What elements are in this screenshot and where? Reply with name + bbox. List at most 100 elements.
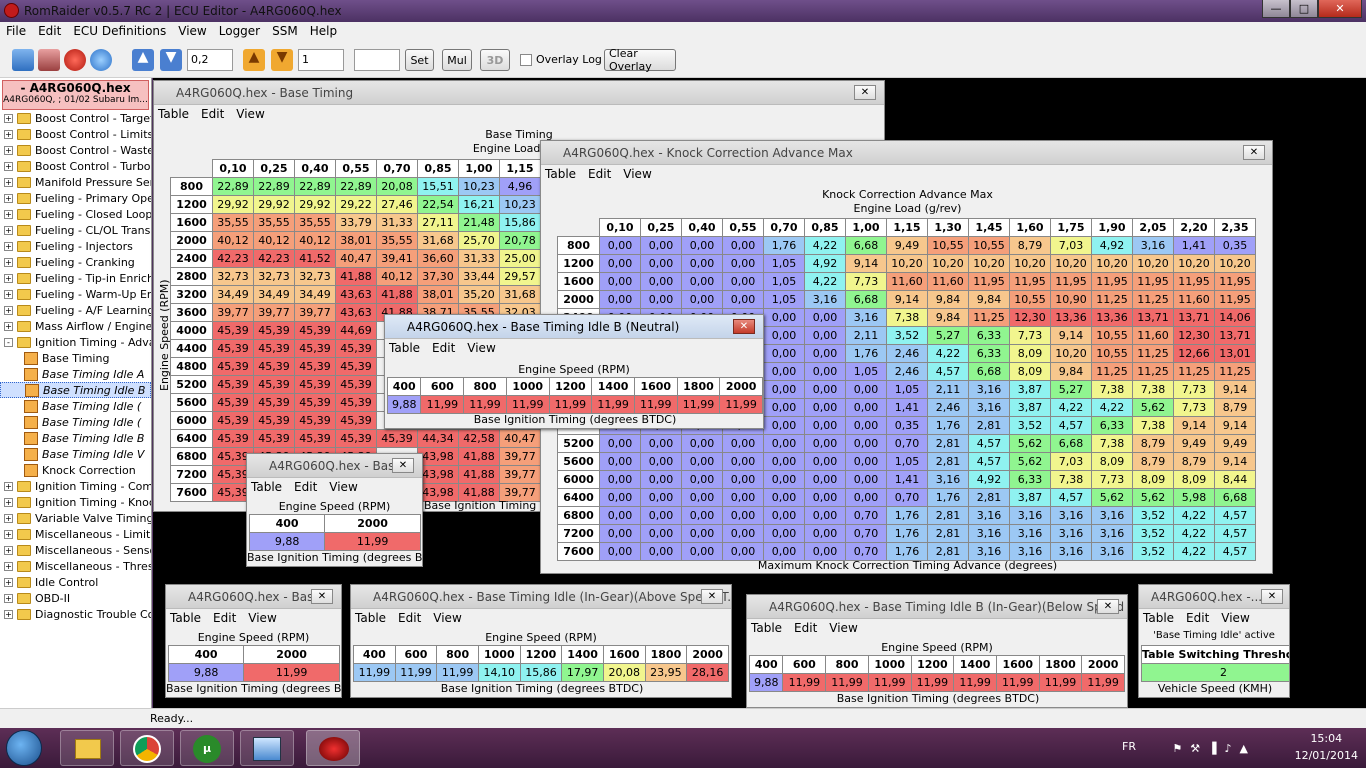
table-cell[interactable]: 0,00 — [681, 506, 723, 525]
table-cell[interactable]: 0,00 — [722, 272, 764, 291]
table-cell[interactable]: 13,36 — [1050, 308, 1092, 327]
y-axis-cell[interactable]: 3600 — [170, 303, 213, 322]
table-cell[interactable]: 11,95 — [1132, 272, 1174, 291]
table-cell[interactable]: 0,00 — [845, 398, 887, 417]
x-axis-cell[interactable]: 1600 — [602, 645, 646, 664]
table-cell[interactable]: 7,03 — [1050, 236, 1092, 255]
table-cell[interactable]: 13,01 — [1214, 344, 1256, 363]
table-cell[interactable]: 9,88 — [748, 673, 784, 692]
table-cell[interactable]: 0,00 — [640, 542, 682, 561]
table-cell[interactable]: 45,39 — [335, 393, 377, 412]
table-cell[interactable]: 45,39 — [294, 357, 336, 376]
table-cell[interactable]: 41,88 — [376, 285, 418, 304]
table-cell[interactable]: 3,16 — [1009, 506, 1051, 525]
x-axis-cell[interactable]: 1200 — [548, 377, 593, 396]
table-cell[interactable]: 2,81 — [927, 452, 969, 471]
set-button[interactable]: Set — [405, 49, 434, 71]
table-menu[interactable]: Table — [158, 107, 189, 121]
tree-item[interactable]: + Fueling - Tip-in Enrichm — [0, 270, 151, 286]
table-cell[interactable]: 35,55 — [253, 213, 295, 232]
y-axis-cell[interactable]: 1600 — [557, 272, 600, 291]
y-axis-cell[interactable]: 7600 — [557, 542, 600, 561]
table-cell[interactable]: 15,86 — [499, 213, 541, 232]
table-cell[interactable]: 11,99 — [548, 395, 593, 414]
table-cell[interactable]: 0,00 — [804, 488, 846, 507]
table-cell[interactable]: 0,70 — [845, 542, 887, 561]
multiply-button[interactable]: Mul — [442, 49, 472, 71]
table-cell[interactable]: 11,95 — [1214, 290, 1256, 309]
menu-ssm[interactable]: SSM — [266, 24, 304, 38]
table-cell[interactable]: 2,46 — [886, 344, 928, 363]
table-cell[interactable]: 2,81 — [968, 488, 1010, 507]
table-cell[interactable]: 20,08 — [376, 177, 418, 196]
table-cell[interactable]: 0,00 — [763, 524, 805, 543]
table-cell[interactable]: 7,73 — [1173, 380, 1215, 399]
table-cell[interactable]: 0,00 — [722, 236, 764, 255]
table-cell[interactable]: 0,00 — [722, 524, 764, 543]
table-cell[interactable]: 0,00 — [640, 272, 682, 291]
x-axis-cell[interactable]: 400 — [353, 645, 396, 664]
table-cell[interactable]: 11,99 — [676, 395, 721, 414]
expand-icon[interactable]: + — [4, 113, 13, 123]
table-cell[interactable]: 39,77 — [499, 465, 541, 484]
tree-item[interactable]: + Diagnostic Trouble Coc — [0, 606, 151, 622]
table-cell[interactable]: 0,00 — [804, 470, 846, 489]
table-cell[interactable]: 1,76 — [927, 488, 969, 507]
table-cell[interactable]: 0,00 — [763, 488, 805, 507]
rom-tree-header[interactable]: - A4RG060Q.hex A4RG060Q, ; 01/02 Subaru … — [2, 80, 149, 110]
table-cell[interactable]: 40,12 — [376, 267, 418, 286]
table-cell[interactable]: 0,00 — [599, 254, 641, 273]
table-cell[interactable]: 3,16 — [1050, 524, 1092, 543]
table-menu[interactable]: Table — [355, 611, 386, 625]
maximize-button[interactable]: □ — [1290, 0, 1318, 18]
table-cell[interactable]: 7,38 — [1132, 416, 1174, 435]
table-cell[interactable]: 11,99 — [324, 532, 421, 551]
table-cell[interactable]: 42,23 — [212, 249, 254, 268]
table-cell[interactable]: 36,60 — [417, 249, 459, 268]
table-cell[interactable]: 45,39 — [253, 321, 295, 340]
y-axis-cell[interactable]: 5600 — [170, 393, 213, 412]
table-cell[interactable]: 0,00 — [845, 434, 887, 453]
clock[interactable]: 15:04 12/01/2014 — [1295, 732, 1358, 762]
expand-icon[interactable]: + — [4, 609, 13, 619]
table-cell[interactable]: 41,88 — [458, 465, 500, 484]
table-cell[interactable]: 0,00 — [804, 452, 846, 471]
table-cell[interactable]: 2,81 — [927, 506, 969, 525]
expand-icon[interactable]: + — [4, 225, 13, 235]
y-axis-cell[interactable]: 7200 — [170, 465, 213, 484]
table-cell[interactable]: 8,09 — [1091, 452, 1133, 471]
table-cell[interactable]: 0,00 — [681, 290, 723, 309]
x-axis-cell[interactable]: 0,25 — [640, 218, 682, 237]
x-axis-cell[interactable]: 1200 — [910, 655, 955, 674]
view-menu[interactable]: View — [1221, 611, 1249, 625]
tree-item[interactable]: + Fueling - A/F Learning — [0, 302, 151, 318]
y-axis-cell[interactable]: 1600 — [170, 213, 213, 232]
table-cell[interactable]: 8,79 — [1132, 434, 1174, 453]
table-cell[interactable]: 42,23 — [253, 249, 295, 268]
menu-file[interactable]: File — [0, 24, 32, 38]
table-cell[interactable]: 12,30 — [1009, 308, 1051, 327]
y-axis-cell[interactable]: 1200 — [170, 195, 213, 214]
tree-item[interactable]: + Boost Control - Limits — [0, 126, 151, 142]
x-axis-cell[interactable]: 2000 — [1081, 655, 1125, 674]
table-cell[interactable]: 11,95 — [1050, 272, 1092, 291]
table-cell[interactable]: 7,73 — [845, 272, 887, 291]
x-axis-cell[interactable]: 1000 — [477, 645, 521, 664]
x-axis-cell[interactable]: 2000 — [719, 377, 763, 396]
table-cell[interactable]: 4,92 — [968, 470, 1010, 489]
y-axis-cell[interactable]: 2800 — [170, 267, 213, 286]
table-cell[interactable]: 0,00 — [722, 488, 764, 507]
table-cell[interactable]: 44,34 — [417, 429, 459, 448]
table-cell[interactable]: 0,00 — [722, 254, 764, 273]
table-cell[interactable]: 14,06 — [1214, 308, 1256, 327]
save-book-icon[interactable] — [38, 49, 60, 71]
table-cell[interactable]: 1,76 — [845, 344, 887, 363]
table-cell[interactable]: 0,00 — [763, 308, 805, 327]
table-cell[interactable]: 29,92 — [253, 195, 295, 214]
table-cell[interactable]: 1,76 — [927, 416, 969, 435]
table-cell[interactable]: 45,39 — [253, 393, 295, 412]
table-cell[interactable]: 2,11 — [845, 326, 887, 345]
table-cell[interactable]: 3,52 — [1132, 506, 1174, 525]
table-cell[interactable]: 0,00 — [599, 236, 641, 255]
edit-menu[interactable]: Edit — [213, 611, 236, 625]
